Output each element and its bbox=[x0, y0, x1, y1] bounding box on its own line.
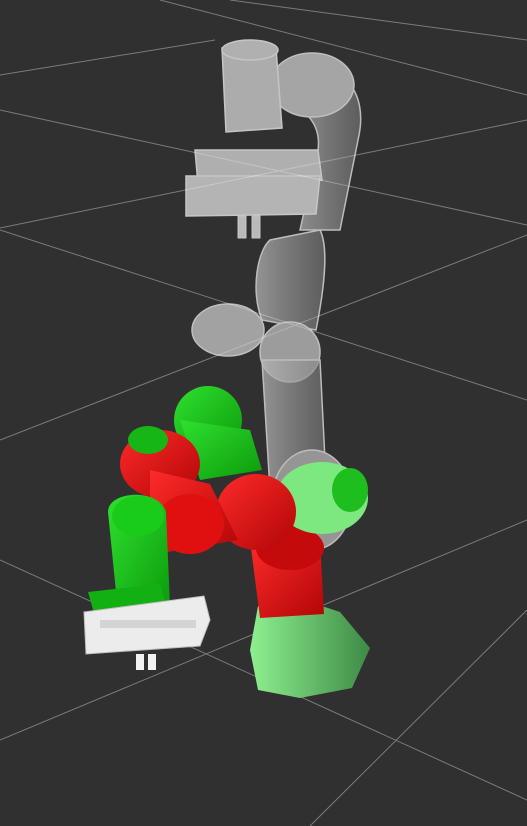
scene-canvas[interactable] bbox=[0, 0, 527, 826]
ghost-gripper-fingers-icon bbox=[237, 215, 261, 239]
gripper-finger-left-icon bbox=[136, 654, 144, 670]
gripper-finger-right-icon bbox=[148, 654, 156, 670]
3d-viewport[interactable] bbox=[0, 0, 527, 826]
robot-base bbox=[250, 606, 370, 698]
